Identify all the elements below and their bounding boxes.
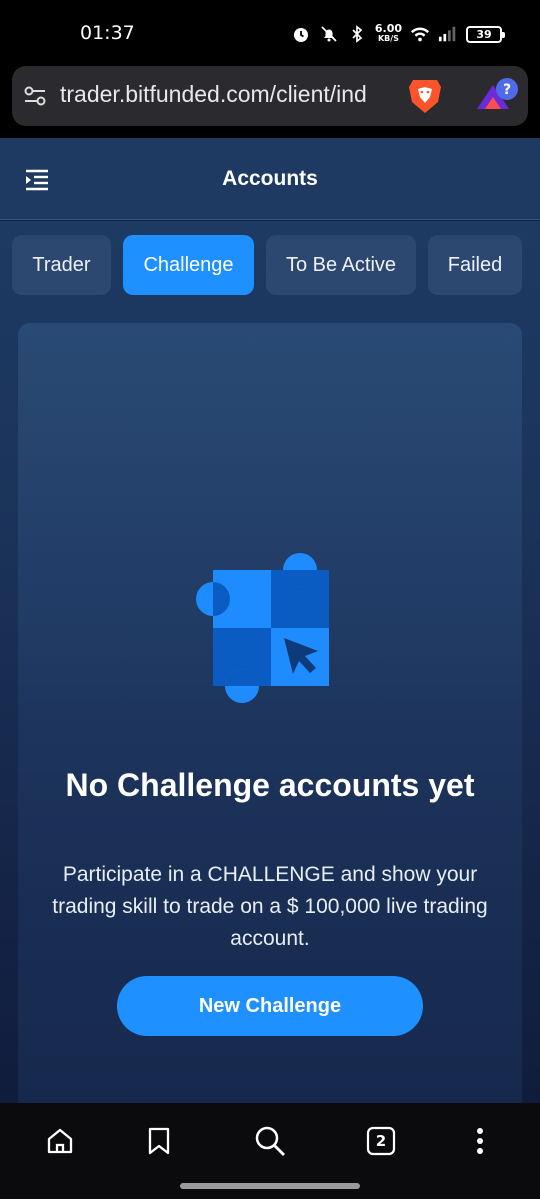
description-line: Participate in a CHALLENGE and show your [62,863,478,886]
description-line: account. [230,927,310,950]
tab-to-be-active[interactable]: To Be Active [266,235,416,295]
tab-trader[interactable]: Trader [12,235,111,295]
network-speed-value: 6.00 [374,22,402,35]
empty-state-description: Participate in a CHALLENGE and show your… [30,859,510,955]
empty-state-card: No Challenge accounts yet Participate in… [18,323,522,1123]
brave-shield-icon[interactable] [408,77,442,115]
svg-text:?: ? [503,82,511,98]
tab-count: 2 [375,1132,387,1150]
url-text[interactable]: trader.bitfunded.com/client/ind [60,81,410,108]
status-bar: 01:37 6.00 KB/S 39 [0,0,540,66]
more-options-icon[interactable] [460,1121,500,1161]
bookmark-icon[interactable] [139,1121,179,1161]
home-icon[interactable] [40,1121,80,1161]
search-icon[interactable] [250,1121,290,1161]
main-content: Trader Challenge To Be Active Failed No … [0,221,540,1123]
browser-toolbar: trader.bitfunded.com/client/ind ? [0,66,540,138]
network-speed-unit: KB/S [377,34,399,43]
mute-icon [319,24,339,44]
battery-icon: 39 [466,25,505,43]
status-icons: 6.00 KB/S 39 [291,20,505,48]
bluetooth-icon [347,24,367,44]
new-challenge-button[interactable]: New Challenge [117,976,423,1036]
alarm-icon [291,24,311,44]
wifi-icon [410,24,430,44]
home-indicator [180,1183,360,1189]
browser-bottom-nav: 2 [0,1103,540,1199]
address-bar[interactable]: trader.bitfunded.com/client/ind ? [12,66,528,126]
tabs-counter-button[interactable]: 2 [361,1121,401,1161]
tab-challenge[interactable]: Challenge [123,235,254,295]
site-settings-icon[interactable] [22,83,48,109]
puzzle-cursor-icon [194,551,334,707]
signal-icon [438,24,458,44]
description-line: trading skill to trade on a $ 100,000 li… [52,895,488,918]
network-speed: 6.00 KB/S [374,22,402,44]
empty-state-title: No Challenge accounts yet [65,767,475,803]
status-time: 01:37 [80,22,135,44]
app-header: Accounts [0,138,540,220]
page-title: Accounts [222,167,318,190]
tab-failed[interactable]: Failed [428,235,522,295]
brave-rewards-icon[interactable]: ? [474,75,520,115]
account-tabs: Trader Challenge To Be Active Failed [12,235,522,295]
